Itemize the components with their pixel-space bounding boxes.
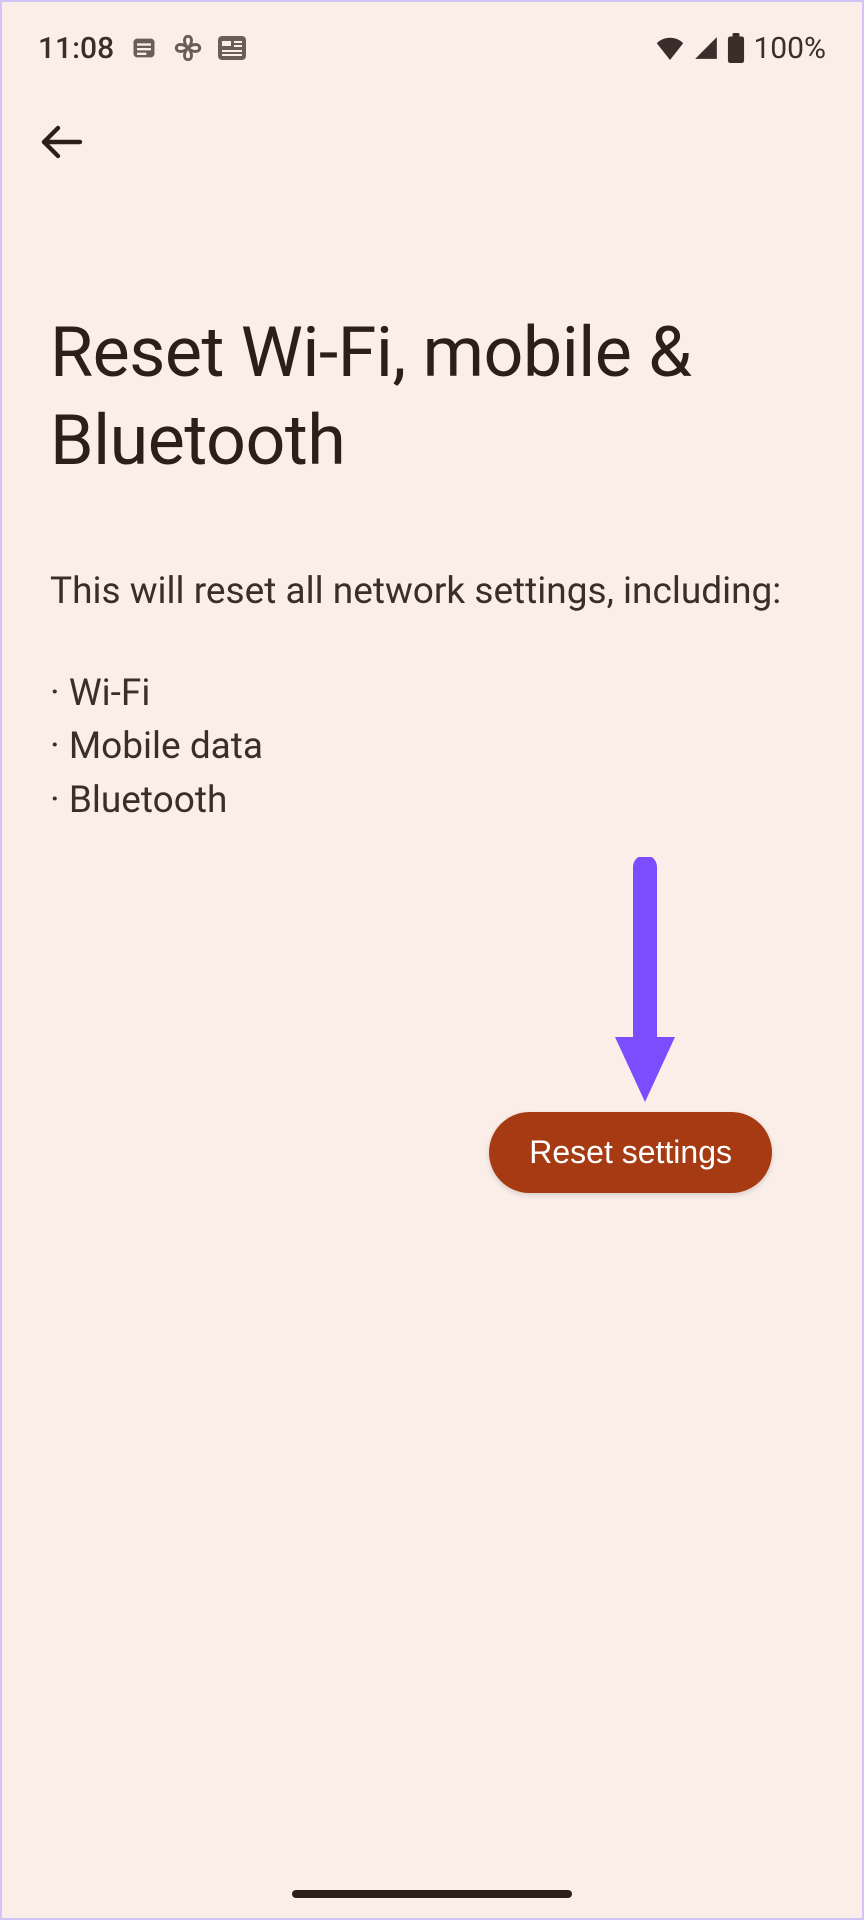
news-icon — [218, 36, 246, 60]
messages-icon — [130, 34, 158, 62]
cellular-signal-icon — [693, 35, 719, 61]
bullet-list: Wi-Fi Mobile data Bluetooth — [50, 667, 814, 828]
description-text: This will reset all network settings, in… — [50, 565, 814, 619]
navigation-handle[interactable] — [292, 1890, 572, 1898]
status-bar-left: 11:08 — [38, 31, 246, 66]
content-area: This will reset all network settings, in… — [2, 505, 862, 848]
bullet-item-wifi: Wi-Fi — [50, 667, 814, 721]
status-bar: 11:08 — [2, 2, 862, 82]
wifi-icon — [655, 36, 685, 60]
reset-settings-button[interactable]: Reset settings — [489, 1112, 772, 1193]
battery-percentage: 100% — [753, 31, 826, 66]
button-container: Reset settings — [489, 1112, 772, 1193]
bullet-item-mobile-data: Mobile data — [50, 720, 814, 774]
status-bar-right: 100% — [655, 31, 826, 66]
status-time: 11:08 — [38, 31, 114, 66]
page-title: Reset Wi-Fi, mobile & Bluetooth — [2, 190, 862, 505]
back-button[interactable] — [38, 118, 86, 166]
toolbar — [2, 82, 862, 190]
battery-icon — [727, 33, 745, 63]
bullet-item-bluetooth: Bluetooth — [50, 774, 814, 828]
annotation-arrow-icon — [605, 857, 685, 1111]
pinwheel-icon — [174, 34, 202, 62]
